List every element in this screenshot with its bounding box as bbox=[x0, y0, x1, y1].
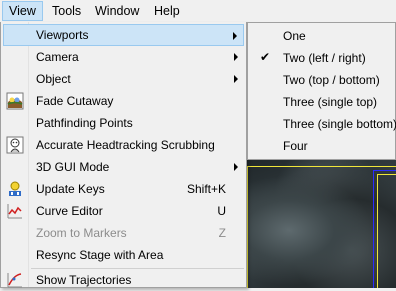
menu-item-label: Fade Cutaway bbox=[36, 94, 114, 108]
headtracking-icon bbox=[6, 136, 24, 154]
menu-item-pathfinding-points[interactable]: Pathfinding Points bbox=[3, 112, 244, 134]
submenu-item-two-top-bottom[interactable]: Two (top / bottom) bbox=[250, 69, 395, 91]
viewports-submenu: One ✔ Two (left / right) Two (top / bott… bbox=[247, 22, 396, 160]
menu-item-label: Resync Stage with Area bbox=[36, 248, 164, 262]
submenu-item-four[interactable]: Four bbox=[250, 135, 395, 157]
menu-item-shortcut: U bbox=[217, 204, 226, 218]
menu-help[interactable]: Help bbox=[148, 1, 186, 21]
menu-item-label: Zoom to Markers bbox=[36, 226, 127, 240]
view-menu: Viewports Camera Object Fade Cutaway Pat… bbox=[0, 22, 247, 288]
update-keys-icon bbox=[9, 181, 21, 196]
submenu-item-label: Three (single bottom) bbox=[283, 117, 396, 131]
menu-item-label: Update Keys bbox=[36, 182, 105, 196]
menu-item-label: 3D GUI Mode bbox=[36, 160, 110, 174]
submenu-item-label: Two (top / bottom) bbox=[283, 73, 380, 87]
submenu-item-label: Four bbox=[283, 139, 308, 153]
trajectories-icon bbox=[7, 273, 22, 288]
menu-item-zoom-to-markers: Zoom to Markers Z bbox=[3, 222, 244, 244]
menu-item-curve-editor[interactable]: Curve Editor U bbox=[3, 200, 244, 222]
submenu-item-two-left-right[interactable]: ✔ Two (left / right) bbox=[250, 47, 395, 69]
menu-tools[interactable]: Tools bbox=[46, 1, 87, 21]
submenu-arrow-icon bbox=[234, 75, 238, 83]
menu-item-viewports[interactable]: Viewports bbox=[3, 24, 244, 46]
submenu-arrow-icon bbox=[234, 53, 238, 61]
menu-item-label: Show Trajectories bbox=[36, 273, 132, 287]
menu-item-update-keys[interactable]: Update Keys Shift+K bbox=[3, 178, 244, 200]
submenu-item-label: One bbox=[283, 29, 306, 43]
menu-item-label: Object bbox=[36, 72, 71, 86]
curve-editor-icon bbox=[7, 204, 22, 219]
submenu-item-label: Two (left / right) bbox=[283, 51, 366, 65]
menu-item-shortcut: Shift+K bbox=[186, 182, 226, 196]
submenu-item-label: Three (single top) bbox=[283, 95, 378, 109]
3d-viewport[interactable] bbox=[243, 160, 396, 288]
submenu-arrow-icon bbox=[233, 32, 237, 40]
menu-item-label: Pathfinding Points bbox=[36, 116, 133, 130]
menu-item-label: Curve Editor bbox=[36, 204, 103, 218]
menu-item-accurate-headtracking[interactable]: Accurate Headtracking Scrubbing bbox=[3, 134, 244, 156]
menu-item-fade-cutaway[interactable]: Fade Cutaway bbox=[3, 90, 244, 112]
menu-item-3d-gui-mode[interactable]: 3D GUI Mode bbox=[3, 156, 244, 178]
submenu-item-three-single-bottom[interactable]: Three (single bottom) bbox=[250, 113, 396, 135]
submenu-arrow-icon bbox=[234, 163, 238, 171]
menu-item-label: Camera bbox=[36, 50, 79, 64]
menu-bar: View Tools Window Help bbox=[0, 0, 396, 23]
menu-item-label: Viewports bbox=[36, 28, 89, 42]
menu-window[interactable]: Window bbox=[89, 1, 145, 21]
menu-item-resync-stage[interactable]: Resync Stage with Area bbox=[3, 244, 244, 266]
menu-item-label: Accurate Headtracking Scrubbing bbox=[36, 138, 215, 152]
viewport-frame-inner bbox=[377, 174, 396, 288]
checkmark-icon: ✔ bbox=[260, 50, 271, 64]
menu-item-shortcut: Z bbox=[218, 226, 226, 240]
submenu-item-three-single-top[interactable]: Three (single top) bbox=[250, 91, 395, 113]
fade-cutaway-icon bbox=[6, 92, 24, 110]
menu-item-camera[interactable]: Camera bbox=[3, 46, 244, 68]
menu-item-object[interactable]: Object bbox=[3, 68, 244, 90]
menu-view[interactable]: View bbox=[2, 1, 43, 21]
submenu-item-one[interactable]: One bbox=[250, 25, 395, 47]
